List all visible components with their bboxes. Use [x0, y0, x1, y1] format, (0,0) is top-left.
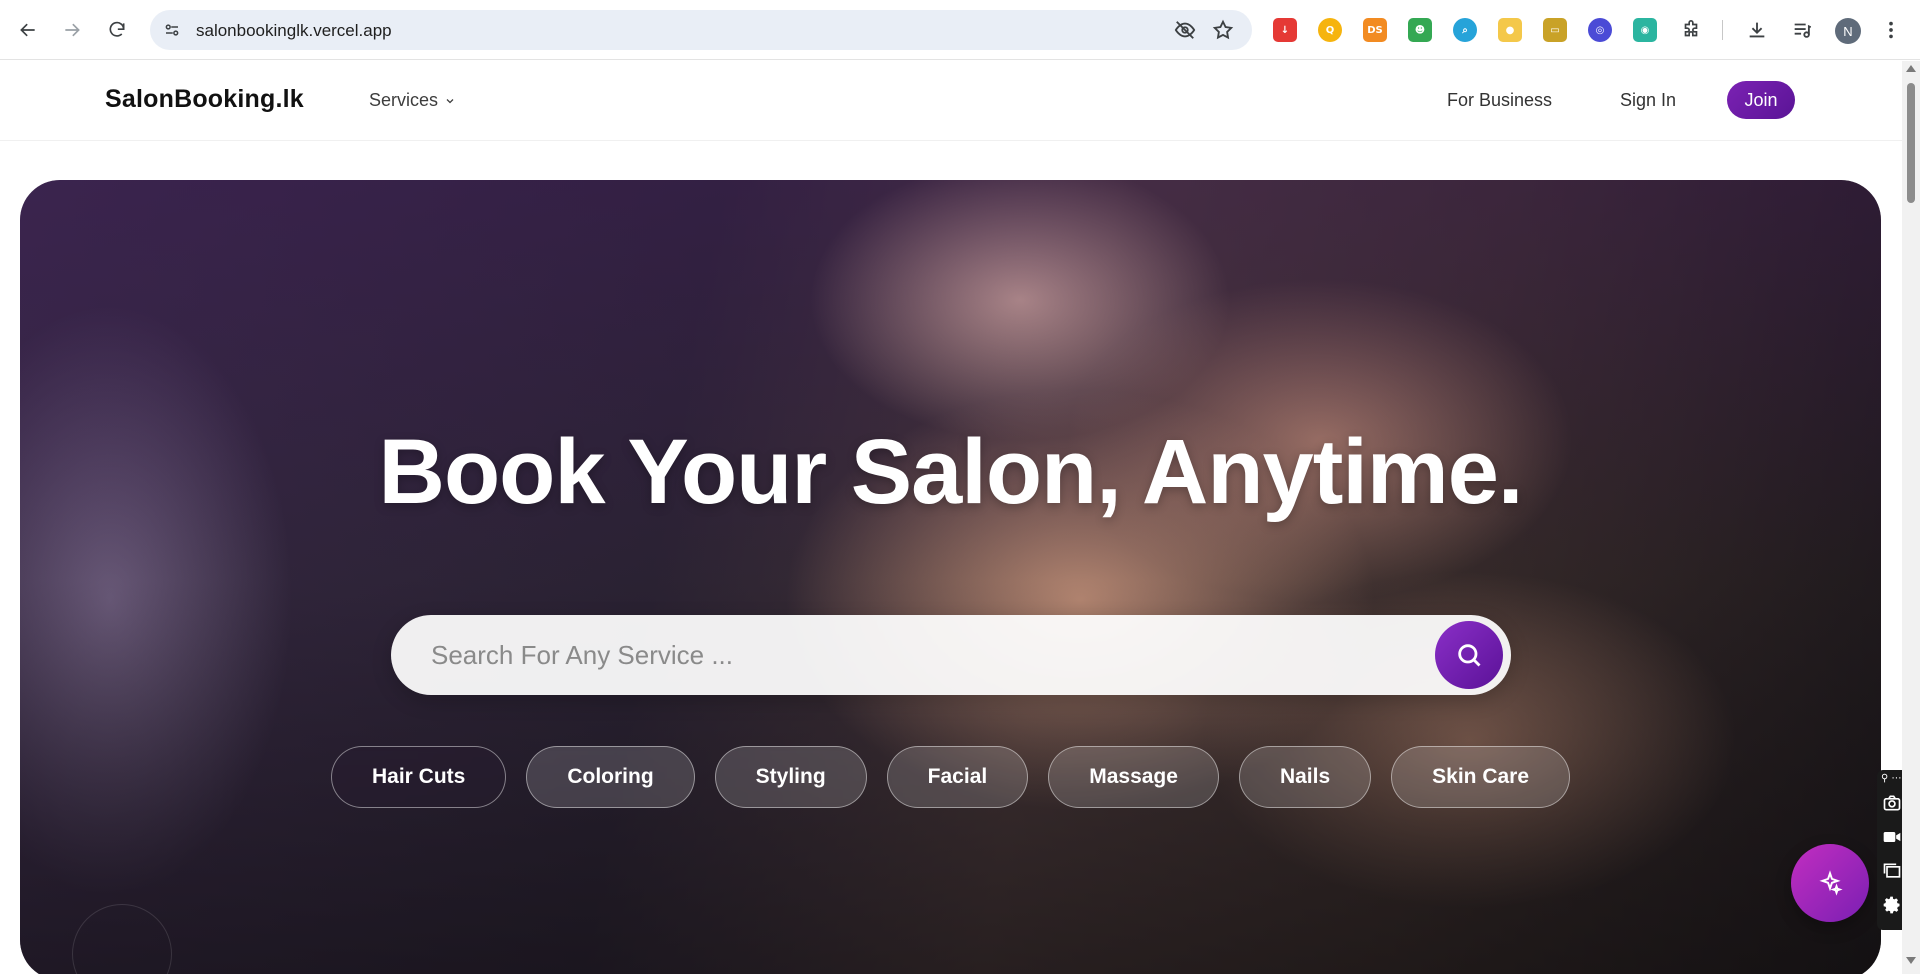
cup-extension-icon[interactable]: ●: [1498, 18, 1522, 42]
browser-toolbar: salonbookinglk.vercel.app ↓ Q DS ☻ ⌕ ● ▭…: [0, 0, 1920, 60]
chip-massage[interactable]: Massage: [1048, 746, 1219, 808]
map-pin-extension-icon[interactable]: ◉: [1633, 18, 1657, 42]
chip-skin-care[interactable]: Skin Care: [1391, 746, 1571, 808]
bookmark-star-icon[interactable]: [1212, 19, 1234, 41]
join-button[interactable]: Join: [1727, 81, 1795, 119]
chevron-down-icon: [446, 98, 454, 103]
service-search-bar: [391, 615, 1511, 695]
camera-icon[interactable]: [1881, 792, 1902, 814]
browser-menu-icon[interactable]: [1878, 17, 1904, 43]
services-dropdown[interactable]: Services: [369, 90, 456, 111]
window-capture-icon[interactable]: [1881, 860, 1902, 882]
video-record-icon[interactable]: [1881, 826, 1902, 848]
hero-title: Book Your Salon, Anytime.: [378, 421, 1524, 523]
category-chips: Hair Cuts Coloring Styling Facial Massag…: [20, 746, 1881, 808]
ds-extension-icon[interactable]: DS: [1363, 18, 1387, 42]
sparkle-icon: [1819, 870, 1843, 896]
chip-styling[interactable]: Styling: [714, 746, 867, 808]
download-extension-icon[interactable]: ↓: [1273, 18, 1297, 42]
settings-gear-icon[interactable]: [1881, 894, 1902, 916]
ai-assistant-button[interactable]: [1791, 844, 1869, 922]
forward-button[interactable]: [56, 14, 88, 46]
more-options-icon[interactable]: ⚲ ⋯: [1881, 774, 1902, 784]
search-icon: [1458, 644, 1481, 667]
target-extension-icon[interactable]: ◎: [1588, 18, 1612, 42]
tracking-protection-icon[interactable]: [1174, 19, 1196, 41]
chip-nails[interactable]: Nails: [1238, 746, 1372, 808]
page-scrollbar[interactable]: [1902, 61, 1920, 974]
q-extension-icon[interactable]: Q: [1318, 18, 1342, 42]
toolbar-divider: [1722, 20, 1723, 40]
search-extension-icon[interactable]: ⌕: [1453, 18, 1477, 42]
url-text[interactable]: salonbookinglk.vercel.app: [196, 21, 392, 41]
sign-in-link[interactable]: Sign In: [1620, 90, 1676, 111]
downloads-icon[interactable]: [1744, 17, 1770, 43]
hero-section: Book Your Salon, Anytime. Hair Cuts Colo…: [20, 180, 1881, 974]
site-header: SalonBooking.lk Services For Business Si…: [0, 61, 1902, 141]
chip-facial[interactable]: Facial: [886, 746, 1029, 808]
page-viewport: SalonBooking.lk Services For Business Si…: [0, 61, 1902, 974]
chip-coloring[interactable]: Coloring: [526, 746, 695, 808]
site-logo[interactable]: SalonBooking.lk: [105, 85, 304, 114]
extensions-puzzle-icon[interactable]: [1678, 17, 1704, 43]
for-business-link[interactable]: For Business: [1447, 90, 1552, 111]
profile-avatar[interactable]: N: [1835, 18, 1861, 44]
folder-extension-icon[interactable]: ▭: [1543, 18, 1567, 42]
scroll-down-arrow-icon[interactable]: [1906, 957, 1916, 964]
site-info-icon[interactable]: [160, 18, 184, 42]
capture-toolbar: ⚲ ⋯: [1877, 770, 1902, 930]
scrollbar-thumb[interactable]: [1907, 83, 1915, 203]
services-label: Services: [369, 90, 439, 110]
address-bar[interactable]: salonbookinglk.vercel.app: [150, 10, 1252, 50]
hero-image-overlay: [20, 180, 1881, 974]
media-queue-icon[interactable]: [1789, 17, 1815, 43]
reload-button[interactable]: [101, 14, 133, 46]
scroll-up-arrow-icon[interactable]: [1906, 65, 1916, 72]
robot-extension-icon[interactable]: ☻: [1408, 18, 1432, 42]
chip-hair-cuts[interactable]: Hair Cuts: [330, 746, 507, 808]
search-button[interactable]: [1435, 621, 1503, 689]
service-search-input[interactable]: [431, 635, 1391, 675]
back-button[interactable]: [12, 14, 44, 46]
